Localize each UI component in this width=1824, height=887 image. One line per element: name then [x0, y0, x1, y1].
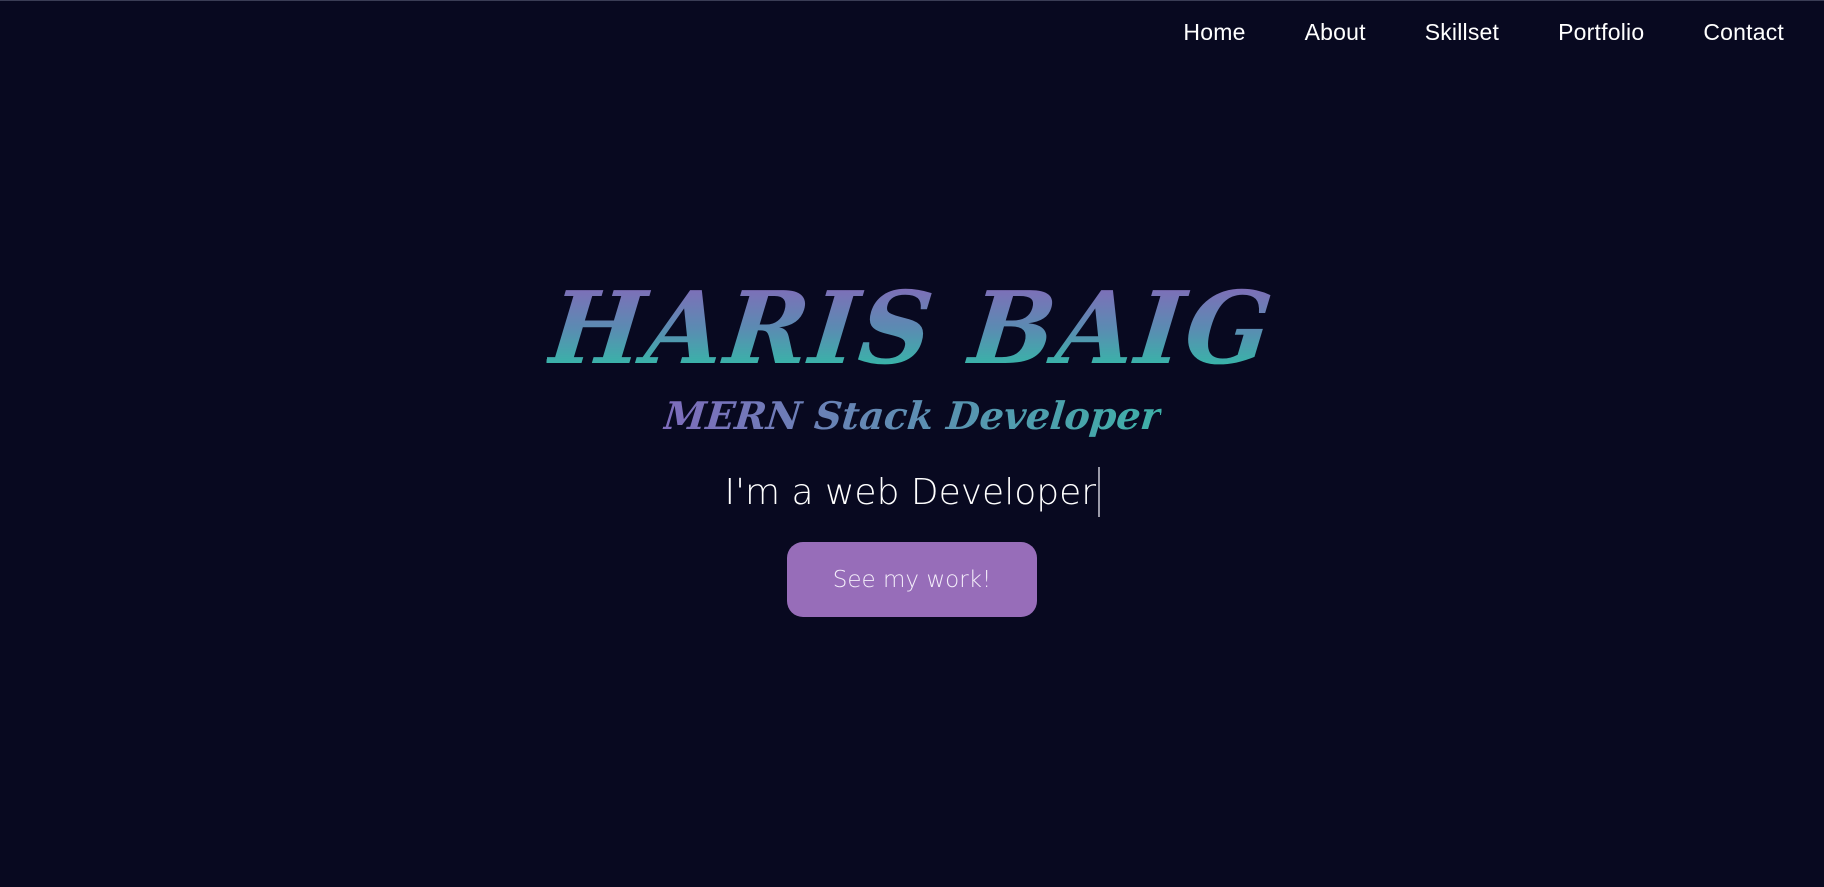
see-my-work-button[interactable]: See my work! — [787, 542, 1037, 617]
typed-text-container: I'm a web Developer — [0, 464, 1824, 520]
nav-skillset-link[interactable]: Skillset — [1425, 19, 1499, 46]
nav-home-link[interactable]: Home — [1183, 19, 1245, 46]
nav-portfolio-link[interactable]: Portfolio — [1558, 19, 1644, 46]
nav-about-link[interactable]: About — [1305, 19, 1366, 46]
hero-subtitle: MERN Stack Developer — [661, 390, 1163, 442]
nav-contact-link[interactable]: Contact — [1703, 19, 1784, 46]
text-cursor — [1098, 467, 1100, 517]
hero-name: HARIS BAIG — [544, 269, 1280, 387]
main-nav: Home About Skillset Portfolio Contact — [1183, 14, 1784, 50]
typed-text: I'm a web Developer — [724, 471, 1097, 513]
top-border — [0, 0, 1824, 1]
hero-section: HARIS BAIG MERN Stack Developer I'm a we… — [0, 269, 1824, 617]
